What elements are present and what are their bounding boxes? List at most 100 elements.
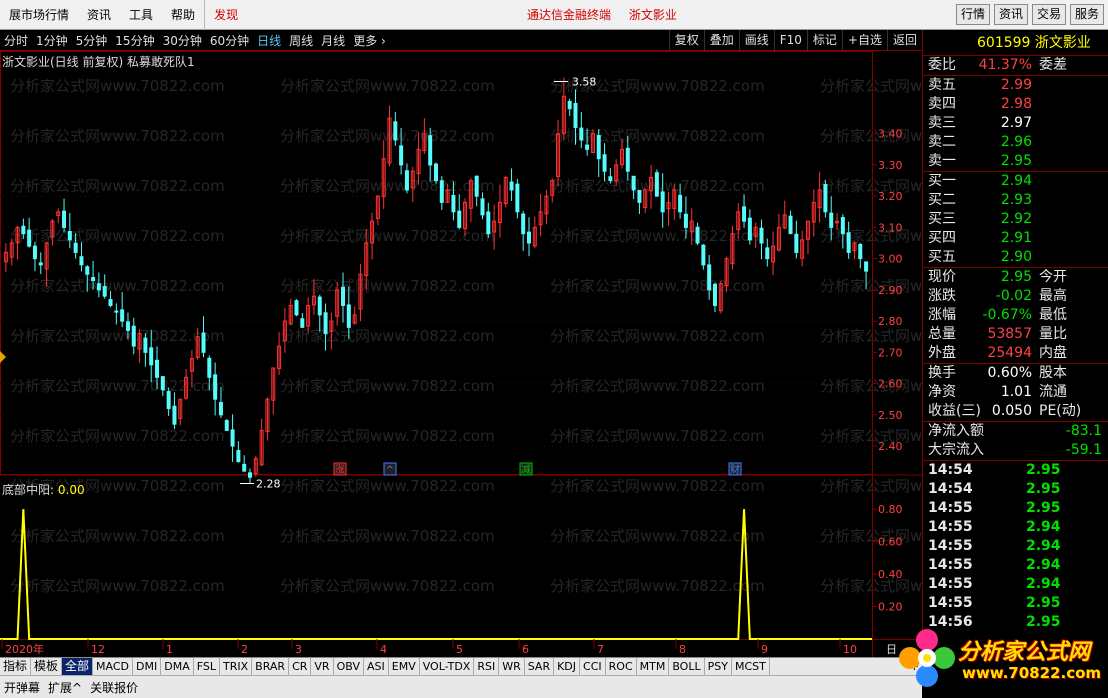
indicator-tab-obv[interactable]: OBV (334, 658, 364, 675)
period-tab-30min[interactable]: 30分钟 (159, 32, 206, 49)
indicator-tab-全部[interactable]: 全部 (62, 658, 94, 675)
bid-row: 买四 2.91 (923, 229, 1108, 248)
ask-row-value: 2.96 (1000, 134, 1032, 150)
price-tick-label: 3.10 (878, 221, 903, 234)
watermark-text: 分析家公式网www.70822.com (10, 227, 225, 245)
bid-row-value: 2.94 (1000, 173, 1032, 189)
indicator-tab-trix[interactable]: TRIX (220, 658, 253, 675)
indicator-tick-label: 0.80 (878, 503, 903, 516)
expand-button[interactable]: 扩展^ (44, 679, 86, 696)
add-favorite-button[interactable]: +自选 (841, 30, 887, 51)
service-button[interactable]: 服务 (1069, 4, 1104, 25)
period-tab-more[interactable]: 更多 › (349, 32, 390, 49)
period-tab-monthly[interactable]: 月线 (317, 32, 349, 49)
candle-body (794, 233, 799, 253)
chart-area[interactable]: 分析家公式网www.70822.com 分析家公式网www.70822.com 分析… (0, 51, 922, 657)
related-quote-button[interactable]: 关联报价 (86, 679, 142, 696)
indicator-tab-指标[interactable]: 指标 (0, 658, 32, 675)
weicha-label: 委差 (1039, 57, 1067, 73)
watermark-text: 分析家公式网www.70822.com (10, 177, 225, 195)
indicator-tab-rsi[interactable]: RSI (474, 658, 500, 675)
period-tab-60min[interactable]: 60分钟 (206, 32, 253, 49)
period-tab-5min[interactable]: 5分钟 (72, 32, 112, 49)
watermark-text: 分析家公式网www.70822.com (10, 277, 225, 295)
indicator-tab-boll[interactable]: BOLL (669, 658, 705, 675)
candle-body (439, 180, 444, 203)
indicator-tab-vr[interactable]: VR (311, 658, 334, 675)
trade-list[interactable]: 14:54 2.95 14:54 2.95 14:55 2.95 14:55 2.94 14:5… (923, 461, 1108, 632)
candle-body (579, 127, 584, 141)
adjust-button[interactable]: 复权 (668, 30, 704, 51)
candle-body (585, 144, 590, 150)
ask-row-label: 卖二 (928, 134, 956, 150)
indicator-tab-brar[interactable]: BRAR (252, 658, 290, 675)
candle-body (96, 283, 101, 291)
indicator-tab-wr[interactable]: WR (499, 658, 525, 675)
trade-price: 2.94 (1026, 538, 1061, 554)
candle-body (474, 175, 479, 197)
fundamental-row-label: 收益(三) (928, 403, 981, 419)
candle-body (323, 312, 328, 335)
indicator-tab-mtm[interactable]: MTM (637, 658, 670, 675)
indicator-tab-cr[interactable]: CR (289, 658, 312, 675)
menu-item-market[interactable]: 展市场行情 (0, 0, 78, 30)
fundamental-row-value: 0.60% (987, 365, 1032, 381)
trade-time: 14:55 (928, 538, 973, 554)
draw-line-button[interactable]: 画线 (738, 30, 774, 51)
menu-item-news[interactable]: 资讯 (78, 0, 120, 30)
period-tab-15min[interactable]: 15分钟 (111, 32, 158, 49)
candle-body (840, 217, 845, 235)
time-axis-label: 9 (761, 643, 768, 656)
bid-row-label: 买二 (928, 192, 956, 208)
indicator-tab-kdj[interactable]: KDJ (554, 658, 581, 675)
trade-time: 14:55 (928, 576, 973, 592)
indicator-tab-macd[interactable]: MACD (93, 658, 134, 675)
period-tab-daily[interactable]: 日线 (253, 32, 285, 49)
indicator-tab-emv[interactable]: EMV (389, 658, 420, 675)
indicator-tab-dmi[interactable]: DMI (133, 658, 162, 675)
menu-item-tools[interactable]: 工具 (120, 0, 162, 30)
info-button[interactable]: 资讯 (993, 4, 1028, 25)
time-axis-label: 2 (241, 643, 248, 656)
indicator-tab-cci[interactable]: CCI (580, 658, 606, 675)
candle-body (695, 226, 700, 244)
quote-button[interactable]: 行情 (955, 4, 990, 25)
watermark-text: 分析家公式网www.70822.com (280, 127, 495, 145)
time-axis-label: 4 (380, 643, 387, 656)
indicator-tab-asi[interactable]: ASI (364, 658, 389, 675)
period-tab-1min[interactable]: 1分钟 (32, 32, 72, 49)
indicator-tab-dma[interactable]: DMA (161, 658, 194, 675)
indicator-tab-roc[interactable]: ROC (606, 658, 637, 675)
indicator-tab-mcst[interactable]: MCST (732, 658, 770, 675)
time-axis-label: 6 (522, 643, 529, 656)
overlay-button[interactable]: 叠加 (703, 30, 739, 51)
bid-list: 买一 2.94 买二 2.93 买三 2.92 买四 2.91 买五 2.90 (923, 172, 1108, 267)
trade-button[interactable]: 交易 (1031, 4, 1066, 25)
danmaku-toggle[interactable]: 开弹幕 (0, 679, 44, 696)
main-pane-frame (0, 51, 873, 475)
mark-button[interactable]: 标记 (806, 30, 842, 51)
watermark-text: 分析家公式网www.70822.com (10, 377, 225, 395)
f10-button[interactable]: F10 (773, 30, 807, 51)
candle-body (236, 449, 241, 463)
indicator-tab-psy[interactable]: PSY (705, 658, 732, 675)
indicator-tab-fsl[interactable]: FSL (194, 658, 220, 675)
period-tab-intraday[interactable]: 分时 (0, 32, 32, 49)
bid-row: 买二 2.93 (923, 191, 1108, 210)
flow-value: -83.1 (1065, 423, 1102, 439)
stat-row: 总量 53857 量比 (923, 325, 1108, 344)
ask-row-label: 卖五 (928, 77, 956, 93)
high-price-label: 3.58 (572, 75, 597, 88)
bid-row-label: 买三 (928, 211, 956, 227)
period-tab-weekly[interactable]: 周线 (285, 32, 317, 49)
menu-item-help[interactable]: 帮助 (162, 0, 204, 30)
menu-item-discover[interactable]: 发现 (204, 0, 247, 30)
kline-chart[interactable]: 分析家公式网www.70822.com 分析家公式网www.70822.com 分析… (0, 51, 922, 657)
indicator-tab-模板[interactable]: 模板 (31, 658, 63, 675)
trade-price: 2.95 (1026, 500, 1061, 516)
candle-body (102, 286, 107, 297)
indicator-tab-vol-tdx[interactable]: VOL-TDX (420, 658, 475, 675)
indicator-tab-sar[interactable]: SAR (525, 658, 555, 675)
back-button[interactable]: 返回 (886, 30, 922, 51)
indicator-tick-label: 0.60 (878, 536, 903, 549)
